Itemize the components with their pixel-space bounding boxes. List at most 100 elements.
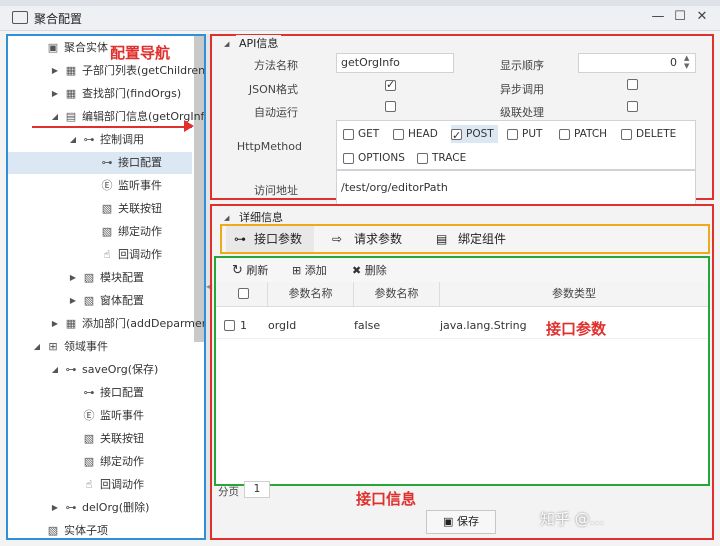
tree-item[interactable]: ▶ ▦ 查找部门(findOrgs) <box>8 83 192 105</box>
collapse-api-icon[interactable]: ◢ <box>224 40 229 48</box>
save-button[interactable]: ▣ 保存 <box>426 510 496 534</box>
add-icon: ⊞ <box>292 264 302 277</box>
tree-item[interactable]: ◢ ⊶ saveOrg(保存) <box>8 359 192 381</box>
annotation-arrow-icon <box>184 120 194 132</box>
close-button[interactable]: ✕ <box>694 9 710 25</box>
tree-item[interactable]: ▧ 关联按钮 <box>8 198 192 220</box>
method-label: OPTIONS <box>358 152 405 164</box>
collapse-detail-icon[interactable]: ◢ <box>224 214 229 222</box>
tree-item[interactable]: ▶ ▦ 子部门列表(getChildrenC <box>8 60 204 82</box>
spinner-icon[interactable]: ▲ ▼ <box>684 54 689 70</box>
method-label: GET <box>358 128 380 140</box>
http-method-group: GET HEAD POST PUT PATCH DELETE OPTIONS TRACE <box>336 120 696 170</box>
collapse-arrow-icon[interactable]: ◢ <box>50 359 60 381</box>
method-checkbox[interactable] <box>343 152 354 164</box>
method-label: DELETE <box>636 128 677 140</box>
tree-item[interactable]: ⊶ 接口配置 <box>8 382 192 404</box>
delete-button[interactable]: ✖ 删除 <box>352 262 387 278</box>
refresh-button[interactable]: ↻ 刷新 <box>232 262 268 278</box>
collapse-arrow-icon[interactable]: ◢ <box>32 336 42 358</box>
method-checkbox[interactable] <box>621 128 632 140</box>
tree-item[interactable]: ▧ 绑定动作 <box>8 451 192 473</box>
method-checkbox[interactable] <box>507 128 518 140</box>
link-icon: ⊶ <box>101 156 113 169</box>
expand-arrow-icon[interactable]: ▶ <box>68 290 78 312</box>
method-checkbox[interactable] <box>451 127 462 145</box>
tree-item[interactable]: Ⓔ 监听事件 <box>8 175 192 197</box>
tree-item[interactable]: ☝ 回调动作 <box>8 474 192 496</box>
maximize-button[interactable]: ☐ <box>672 9 688 25</box>
method-name-input[interactable]: getOrgInfo <box>336 53 454 73</box>
add-button[interactable]: ⊞ 添加 <box>292 262 327 278</box>
pager-input[interactable]: 1 <box>244 481 270 498</box>
tree-item-label: 聚合实体 <box>64 41 108 54</box>
tree-item[interactable]: ◢ ⊶ 控制调用 <box>8 129 192 151</box>
tree-item[interactable]: ☝ 回调动作 <box>8 244 192 266</box>
expand-arrow-icon[interactable]: ▶ <box>68 267 78 289</box>
expand-arrow-icon[interactable]: ▶ <box>50 313 60 335</box>
tree-item[interactable]: ◢ ▤ 编辑部门信息(getOrgInf <box>8 106 204 128</box>
tree-item[interactable]: ▶ ▧ 模块配置 <box>8 267 192 289</box>
json-format-checkbox[interactable] <box>385 78 396 91</box>
method-option[interactable]: HEAD <box>393 125 442 143</box>
tree-item[interactable]: ▶ ▧ 窗体配置 <box>8 290 192 312</box>
tab-request-params[interactable]: ⇨ 请求参数 <box>328 226 418 252</box>
collapse-arrow-icon[interactable]: ◢ <box>50 106 60 128</box>
bottom-annotation: 接口信息 <box>356 490 417 508</box>
col-header-name-2[interactable]: 参数名称 <box>354 282 440 306</box>
row-index: 1 <box>240 319 247 332</box>
tree-item-label: 接口配置 <box>118 156 162 169</box>
tab-bind-components[interactable]: ▤ 绑定组件 <box>434 226 524 252</box>
async-checkbox[interactable] <box>627 79 638 90</box>
collapse-arrow-icon[interactable]: ◢ <box>68 129 78 151</box>
minimize-button[interactable]: — <box>650 9 666 25</box>
tab-interface-params[interactable]: ⊶ 接口参数 <box>226 226 314 252</box>
method-checkbox[interactable] <box>559 128 570 140</box>
select-all-checkbox[interactable] <box>238 288 249 299</box>
window-title: 聚合配置 <box>34 12 83 26</box>
doc-icon: ▧ <box>83 455 95 468</box>
tree-item[interactable]: ▶ ▦ 添加部门(addDeparment <box>8 313 204 335</box>
col-header-name[interactable]: 参数名称 <box>268 282 354 306</box>
tree-item[interactable]: ▧ 绑定动作 <box>8 221 192 243</box>
method-label: TRACE <box>432 152 467 164</box>
method-option[interactable]: GET <box>343 125 383 143</box>
table-icon: ▦ <box>65 87 77 100</box>
table-row[interactable]: 1 orgId false java.lang.String <box>216 314 708 339</box>
tree-item[interactable]: ▶ ⊶ delOrg(删除) <box>8 497 192 519</box>
table-icon: ▦ <box>65 64 77 77</box>
tree-item[interactable]: ◢ ⊞ 领域事件 <box>8 336 192 358</box>
tree-item-label: 回调动作 <box>118 248 162 261</box>
tree-item[interactable]: Ⓔ 监听事件 <box>8 405 192 427</box>
tree-item[interactable]: ▧ 实体子项 <box>8 520 192 538</box>
col-header-type[interactable]: 参数类型 <box>440 282 708 306</box>
event-icon: Ⓔ <box>83 409 95 422</box>
method-checkbox[interactable] <box>393 128 404 140</box>
tree-item[interactable]: ▧ 关联按钮 <box>8 428 192 450</box>
method-option[interactable]: DELETE <box>621 125 680 143</box>
expand-arrow-icon[interactable]: ▶ <box>50 497 60 519</box>
tree-item[interactable]: ⊶ 接口配置 <box>8 152 192 174</box>
method-checkbox[interactable] <box>417 152 428 164</box>
method-option[interactable]: PUT <box>507 125 546 143</box>
doc-icon: ▧ <box>101 225 113 238</box>
config-nav-tree: ▣ 聚合实体 ▶ ▦ 子部门列表(getChildrenC ▶ ▦ 查找部门(findOrgs… <box>6 34 206 540</box>
method-checkbox[interactable] <box>343 128 354 140</box>
method-label: HEAD <box>408 128 438 140</box>
tree-item-label: 领域事件 <box>64 340 108 353</box>
display-order-input[interactable]: 0 <box>578 53 696 73</box>
expand-arrow-icon[interactable]: ▶ <box>50 83 60 105</box>
doc-icon: ▧ <box>83 294 95 307</box>
method-option[interactable]: POST <box>451 125 498 145</box>
method-option[interactable]: PATCH <box>559 125 611 143</box>
doc-icon: ▧ <box>47 524 59 537</box>
method-option[interactable]: TRACE <box>417 149 470 167</box>
http-method-label: HttpMethod <box>236 140 302 153</box>
autorun-checkbox[interactable] <box>385 101 396 112</box>
expand-arrow-icon[interactable]: ▶ <box>50 60 60 82</box>
url-input[interactable]: /test/org/editorPath <box>336 170 696 206</box>
param-grid: ↻ 刷新 ⊞ 添加 ✖ 删除 参数名称 参数名称 参数类型 1 orgId fa… <box>214 256 710 486</box>
cascade-checkbox[interactable] <box>627 101 638 112</box>
method-option[interactable]: OPTIONS <box>343 149 409 167</box>
row-checkbox[interactable] <box>224 320 235 331</box>
